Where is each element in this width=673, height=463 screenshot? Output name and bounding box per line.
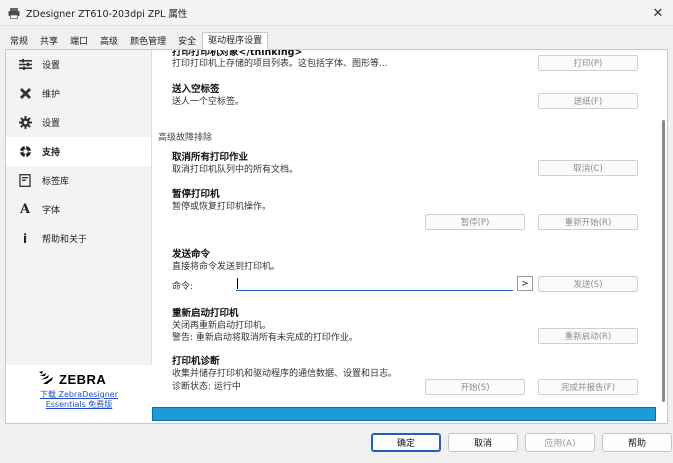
close-icon: ✕ [652,5,664,21]
sidebar-item-maintenance[interactable]: 维护 [6,79,151,108]
sidebar-item-label: 标签库 [42,177,70,187]
diagnostics-finish-button[interactable]: 完成并报告(F) [538,379,638,395]
sidebar-item-support[interactable]: 支持 [6,137,151,166]
diagnostics-start-button[interactable]: 开始(S) [425,379,525,395]
reboot-printer-title: 重新启动打印机 [172,308,239,319]
window-title: ZDesigner ZT610-203dpi ZPL 属性 [26,8,188,20]
gear-icon [18,116,32,130]
zebra-logo: ZEBRA [38,370,106,389]
sidebar-item-help-about[interactable]: i 帮助和关于 [6,224,151,253]
sidebar-item-label: 支持 [42,148,61,158]
sidebar-item-label: 维护 [42,90,61,100]
send-button[interactable]: 发送(S) [538,276,638,292]
sidebar-item-setup[interactable]: 设置 [6,50,151,79]
title-bar: ZDesigner ZT610-203dpi ZPL 属性 ✕ [0,0,673,26]
tab-sharing[interactable]: 共享 [34,34,64,50]
sidebar-item-fonts[interactable]: A 字体 [6,195,151,224]
command-row: 命令: > 发送(S) 重新启动打印机 关闭再重新启动打印机。 警告: 重新启动… [153,50,658,423]
tab-ports[interactable]: 端口 [64,34,94,50]
sidebar-item-label: 字体 [42,206,61,216]
diagnostics-status: 诊断状态: 运行中 [172,382,241,392]
sidebar-item-label: 设置 [42,61,61,71]
command-history-button[interactable]: > [517,276,533,291]
diagnostics-title: 打印机诊断 [172,356,220,367]
sidebar: 设置 维护 设置 支持 标签库 A 字体 i 帮助和关于 ZEBRA 下载 Ze… [6,50,152,423]
tab-strip: 常规 共享 端口 高级 颜色管理 安全 驱动程序设置 [4,32,269,50]
tab-driver-settings[interactable]: 驱动程序设置 [202,32,269,50]
content-scrollbar[interactable] [659,50,667,423]
tools-icon [18,87,32,101]
apply-button[interactable]: 应用(A) [525,433,595,452]
label-library-icon [18,174,32,188]
tab-advanced[interactable]: 高级 [94,34,124,50]
command-input[interactable] [236,276,513,291]
tab-panel: 设置 维护 设置 支持 标签库 A 字体 i 帮助和关于 ZEBRA 下载 Ze… [5,49,668,424]
support-icon [18,145,32,159]
diagnostics-desc: 收集并储存打印机和驱动程序的通信数据、设置和日志。 [172,369,398,379]
sliders-icon [18,58,32,72]
tab-security[interactable]: 安全 [172,34,202,50]
cancel-button[interactable]: 取消 [448,433,518,452]
help-button[interactable]: 帮助 [602,433,672,452]
text-cursor [237,278,238,289]
zebra-head-icon [38,370,55,389]
sidebar-item-label: 设置 [42,119,61,129]
zebra-logo-area: ZEBRA 下载 ZebraDesigner Essentials 免费版 [6,365,152,423]
printer-app-icon [8,7,20,19]
sidebar-item-label-library[interactable]: 标签库 [6,166,151,195]
tab-general[interactable]: 常规 [4,34,34,50]
ok-button[interactable]: 确定 [371,433,441,452]
tab-color-management[interactable]: 颜色管理 [124,34,172,50]
sidebar-item-settings[interactable]: 设置 [6,108,151,137]
font-icon: A [19,202,31,217]
zebra-wordmark: ZEBRA [59,372,107,387]
progress-strip [152,407,656,421]
info-icon: i [22,231,28,246]
command-label: 命令: [172,282,194,292]
scrollbar-thumb[interactable] [662,120,665,402]
download-link-line2[interactable]: Essentials 免费版 [6,399,152,410]
reboot-warning: 警告: 重新启动将取消所有未完成的打印作业。 [172,333,358,343]
close-button[interactable]: ✕ [649,4,667,22]
sidebar-item-label: 帮助和关于 [42,235,88,245]
reboot-button[interactable]: 重新启动(R) [538,328,638,344]
